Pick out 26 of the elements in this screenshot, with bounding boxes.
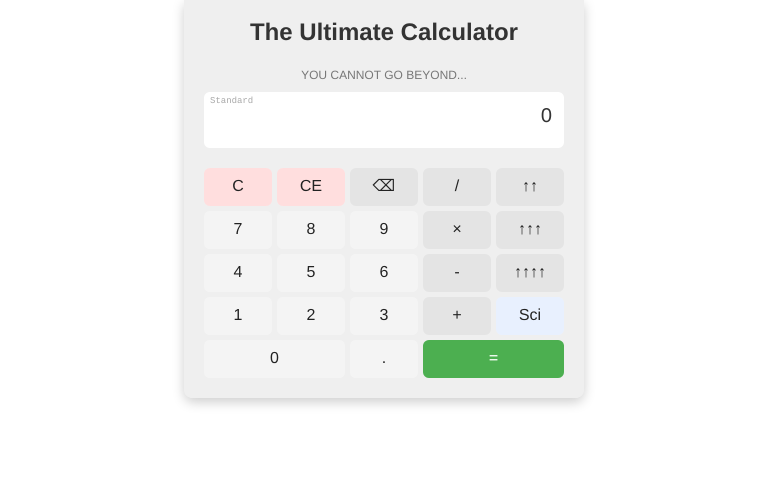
digit-button[interactable]: . — [350, 340, 418, 378]
digit-button[interactable]: 6 — [350, 254, 418, 292]
digit-button[interactable]: 7 — [204, 211, 272, 249]
operator-button[interactable]: ↑↑↑ — [496, 211, 564, 249]
operator-button[interactable]: / — [423, 168, 491, 206]
mode-label: Standard — [210, 96, 254, 106]
operator-button[interactable]: + — [423, 297, 491, 335]
digit-button[interactable]: 4 — [204, 254, 272, 292]
digit-button[interactable]: 8 — [277, 211, 345, 249]
operator-button[interactable]: × — [423, 211, 491, 249]
operator-button[interactable]: ⌫ — [350, 168, 418, 206]
operator-button[interactable]: ↑↑↑↑ — [496, 254, 564, 292]
clear-button[interactable]: C — [204, 168, 272, 206]
digit-button[interactable]: 3 — [350, 297, 418, 335]
operator-button[interactable]: ↑↑ — [496, 168, 564, 206]
digit-button[interactable]: 0 — [204, 340, 345, 378]
digit-button[interactable]: 2 — [277, 297, 345, 335]
subtitle: YOU CANNOT GO BEYOND... — [301, 67, 467, 83]
display-value: 0 — [540, 104, 552, 128]
clear-button[interactable]: CE — [277, 168, 345, 206]
mode-button[interactable]: Sci — [496, 297, 564, 335]
digit-button[interactable]: 1 — [204, 297, 272, 335]
operator-button[interactable]: - — [423, 254, 491, 292]
title: The Ultimate Calculator — [248, 18, 520, 48]
digit-button[interactable]: 5 — [277, 254, 345, 292]
digit-button[interactable]: 9 — [350, 211, 418, 249]
